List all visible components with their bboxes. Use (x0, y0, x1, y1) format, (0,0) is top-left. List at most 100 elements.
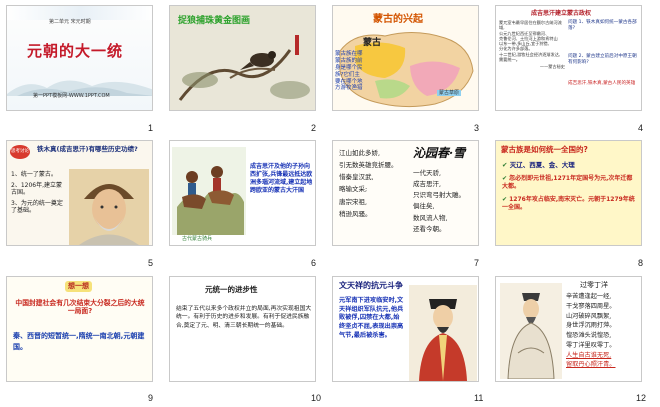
poem-line: 干戈寥落四周星。 (566, 302, 616, 310)
slide-thumbnail-10[interactable]: 元统一的进步性 结束了五代以来多个政权并立的局面,再次实现祖国大统一。有利于历史… (169, 276, 316, 382)
question-2: 问题 2、蒙古建立前后对中原王朝有何影响? (568, 54, 637, 65)
question-text: 中国封建社会有几次结束大分裂之后的大统一局面? (15, 299, 145, 316)
question-text: 铁木真(成吉思汗)有哪些历史功绩? (37, 145, 138, 153)
list-item: 3、为元的统一奠定了基础。 (11, 199, 63, 215)
slide-title: 元朝的大一统 (27, 42, 124, 60)
poem-line-highlight: 留取丹心照汗青。 (566, 361, 616, 369)
list-item-text: 1276年攻占临安,南宋灭亡。元朝于1279年统一全国。 (502, 196, 635, 211)
map-caption-box: 蒙古族在哪 蒙古族的前 身是哪个民 族?它们主 要在哪个地 方游牧渔猎 (335, 51, 373, 92)
map-label: 蒙古 (363, 38, 382, 48)
question-1: 问题 1、铁木真如何统一蒙古各部落? (568, 20, 637, 31)
ink-mountain-decoration (7, 80, 152, 96)
poem-line: 辛苦遭逢起一经, (566, 293, 612, 300)
slide-thumbnail-grid: 第二单元 宋元时期 元朝的大一统 第一PPT模板网-WWW.1PPT.COM 1… (0, 0, 660, 407)
slide-thumbnail-4[interactable]: 成吉思汗建立蒙古政权 蒙兀室韦最早居住在额尔古纳河流域, 公元九世纪西迁至鄂嫩河… (495, 5, 642, 111)
slide-title: 文天祥的抗元斗争 (339, 281, 403, 290)
body-text: 结束了五代以来多个政权并立的局面,再次实现祖国大统一。有利于历史的进步和发展。有… (176, 306, 312, 329)
slide-number: 5 (148, 258, 154, 268)
poem-line: 只识弯弓射大雕。 (413, 191, 465, 200)
check-icon: ✔ (502, 196, 508, 204)
slide-thumbnail-5[interactable]: 思考讨论 铁木真(成吉思汗)有哪些历史功绩? 1、统一了蒙古。 2、1206年,… (6, 140, 153, 246)
list-item: ✔ 灭辽、西夏、金、大理 (502, 161, 638, 169)
eagle-painting-image (170, 30, 315, 110)
slide-thumbnail-1[interactable]: 第二单元 宋元时期 元朝的大一统 第一PPT模板网-WWW.1PPT.COM (6, 5, 153, 111)
slide-number: 2 (311, 123, 317, 133)
image-caption: 古代蒙古骑兵 (182, 236, 213, 242)
slide-thumbnail-6[interactable]: 古代蒙古骑兵 成吉思汗及他的子孙向西扩张,兵锋最远抵达欧洲多瑙河流域,建立起地跨… (169, 140, 316, 246)
slide-title: 蒙古族是如何统一全国的? (501, 145, 588, 154)
scholar-portrait-image (500, 283, 562, 379)
poem-left-block: 江山如此多娇, 引无数英雄竞折腰。 惜秦皇汉武, 略输文采; 唐宗宋祖, 稍逊风… (339, 149, 405, 218)
expansion-text: 成吉思汗及他的子孙向西扩张,兵锋最远抵达欧洲多瑙河流域,建立起地跨欧亚的蒙古大汗… (250, 163, 313, 195)
poem-line: 俱往矣, (413, 202, 435, 211)
slide-thumbnail-12[interactable]: 过零丁洋 辛苦遭逢起一经, 干戈寥落四周星。 山河破碎风飘絮, 身世浮沉雨打萍。… (495, 276, 642, 382)
poem-lines: 辛苦遭逢起一经, 干戈寥落四周星。 山河破碎风飘絮, 身世浮沉雨打萍。 惶恐滩头… (566, 293, 641, 369)
body-text-block: 蒙兀室韦最早居住在额尔古纳河流域, 公元九世纪西迁至鄂嫩河、 克鲁伦河、土拉河上… (499, 20, 565, 69)
discussion-badge: 思考讨论 (10, 145, 30, 159)
poem-line: 零丁洋里叹零丁。 (566, 341, 616, 349)
poem-right-block: 一代天骄, 成吉思汗, 只识弯弓射大雕。 俱往矣, 数风流人物, 还看今朝。 (413, 169, 477, 233)
poem-title: 沁园春·雪 (413, 146, 466, 160)
check-icon: ✔ (502, 161, 508, 169)
caption-line: 身是哪个民 (335, 64, 363, 71)
slide-thumbnail-11[interactable]: 文天祥的抗元斗争 元军南下进攻临安时,文天祥组织军队抗元,他兵败被俘,囚禁在大都… (332, 276, 479, 382)
caption-line: 蒙古族的前 (335, 57, 363, 64)
poem-line: 略输文采; (339, 185, 368, 194)
slide-number: 10 (311, 393, 322, 403)
poem-line: 稍逊风骚。 (339, 209, 372, 218)
caption-line: 方游牧渔猎 (335, 85, 363, 92)
list-item-text: 忽必烈即元世祖,1271年定国号为元,次年迁都大都。 (502, 175, 633, 190)
poem-line: 惶恐滩头说惶恐, (566, 332, 612, 339)
slide-thumbnail-7[interactable]: 江山如此多娇, 引无数英雄竞折腰。 惜秦皇汉武, 略输文采; 唐宗宋祖, 稍逊风… (332, 140, 479, 246)
poem-title: 过零丁洋 (580, 281, 608, 289)
slide-title: 元统一的进步性 (205, 285, 258, 294)
slide-number: 9 (148, 393, 154, 403)
list-item-text: 灭辽、西夏、金、大理 (509, 161, 575, 169)
list-item: 1、统一了蒙古。 (11, 171, 57, 178)
source-line: ——蒙古秘史 (539, 64, 565, 69)
answer-text: 秦、西晋的短暂统一,隋统一南北朝,元朝建国。 (13, 332, 145, 351)
slide-title: 蒙古的兴起 (373, 14, 423, 25)
region-label: 蒙古草原 (437, 90, 462, 97)
poem-line: 身世浮沉雨打萍。 (566, 322, 616, 330)
conquest-list: ✔ 灭辽、西夏、金、大理 ✔ 忽必烈即元世祖,1271年定国号为元,次年迁都大都… (502, 161, 638, 211)
list-item: 2、1206年,建立蒙古国。 (11, 181, 62, 197)
poem-line: 惜秦皇汉武, (339, 173, 374, 182)
slide-number: 1 (148, 123, 154, 133)
answer-note: 成吉思汗,铁木真,蒙古人民的英雄 (568, 81, 636, 86)
footer-url: 第一PPT模板网-WWW.1PPT.COM (33, 93, 110, 99)
poem-line-highlight: 人生自古谁无死, (566, 351, 612, 359)
caption-line: 族?它们主 (335, 71, 360, 78)
slide-number: 6 (311, 258, 317, 268)
check-icon: ✔ (502, 175, 508, 183)
poem-line: 数风流人物, (413, 213, 448, 222)
slide-thumbnail-8[interactable]: 蒙古族是如何统一全国的? ✔ 灭辽、西夏、金、大理 ✔ 忽必烈即元世祖,1271… (495, 140, 642, 246)
genghis-khan-portrait-image (69, 169, 149, 245)
slide-thumbnail-9[interactable]: 想一想 中国封建社会有几次结束大分裂之后的大统一局面? 秦、西晋的短暂统一,隋统… (6, 276, 153, 382)
list-item: ✔ 忽必烈即元世祖,1271年定国号为元,次年迁都大都。 (502, 175, 638, 190)
think-badge: 想一想 (65, 281, 92, 292)
slide-thumbnail-3[interactable]: 蒙古的兴起 蒙古 蒙古族在哪 蒙古族的前 身是哪个民 族?它们主 要在哪个地 方… (332, 5, 479, 111)
section-label: 第二单元 宋元时期 (49, 19, 91, 25)
caption-line: 蒙古族在哪 (335, 51, 363, 57)
poem-line: 引无数英雄竞折腰。 (339, 161, 398, 170)
slide-header: 成吉思汗建立蒙古政权 (531, 10, 592, 17)
poem-line: 唐宗宋祖, (339, 197, 368, 206)
slide-number: 11 (474, 393, 484, 403)
slide-thumbnail-2[interactable]: 捉狼捕珠黄金图画 (169, 5, 316, 111)
body-line: 需要统一。 (499, 56, 520, 62)
slide-number: 8 (638, 258, 644, 268)
slide-number: 3 (474, 123, 480, 133)
body-line: 蒙兀室韦最早居住在额尔古纳河流域, (499, 20, 562, 31)
mongol-cavalry-image (172, 147, 246, 235)
list-item: ✔ 1276年攻占临安,南宋灭亡。元朝于1279年统一全国。 (502, 196, 638, 211)
poem-line: 江山如此多娇, (339, 149, 381, 157)
slide-number: 7 (474, 258, 480, 268)
poem-line: 还看今朝。 (413, 224, 446, 233)
body-text: 元军南下进攻临安时,文天祥组织军队抗元,他兵败被俘,囚禁在大都,始终坚贞不屈,表… (339, 297, 404, 339)
slide-number: 12 (636, 393, 647, 403)
slide-title: 捉狼捕珠黄金图画 (178, 16, 251, 26)
poem-line: 山河破碎风飘絮, (566, 312, 612, 320)
poem-line: 成吉思汗, (413, 180, 442, 189)
answer-list: 1、统一了蒙古。 2、1206年,建立蒙古国。 3、为元的统一奠定了基础。 (11, 171, 63, 215)
